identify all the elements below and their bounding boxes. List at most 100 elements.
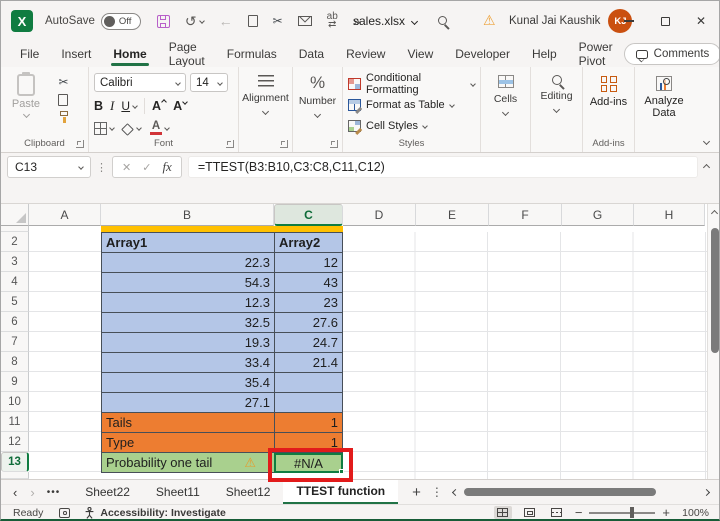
cell-c10[interactable] — [274, 393, 343, 413]
font-color-button[interactable]: A — [150, 120, 170, 135]
format-as-table-button[interactable]: Format as Table — [348, 94, 475, 115]
maximize-button[interactable] — [647, 1, 683, 41]
underline-button[interactable]: U — [121, 99, 138, 113]
page-layout-view-button[interactable] — [521, 506, 539, 519]
column-header-h[interactable]: H — [634, 204, 705, 226]
font-dialog-launcher[interactable] — [226, 140, 234, 148]
previous-sheet-icon[interactable]: ‹ — [13, 485, 17, 500]
clipboard-dialog-launcher[interactable] — [76, 140, 84, 148]
sheet-tab-sheet11[interactable]: Sheet11 — [143, 480, 213, 505]
alignment-dialog-launcher[interactable] — [280, 140, 288, 148]
column-header-f[interactable]: F — [489, 204, 562, 226]
scroll-up-icon[interactable] — [710, 209, 719, 218]
collapse-ribbon-icon[interactable] — [702, 137, 711, 146]
zoom-slider[interactable] — [589, 507, 656, 518]
row-header[interactable]: 7 — [1, 332, 29, 352]
tab-review[interactable]: Review — [335, 41, 396, 67]
vertical-scrollbar[interactable] — [707, 204, 719, 479]
cell-c11[interactable]: 1 — [274, 413, 343, 433]
warning-icon[interactable]: ⚠ — [483, 12, 496, 29]
cell-c7[interactable]: 24.7 — [274, 333, 343, 353]
horizontal-scrollbar-track[interactable] — [463, 488, 698, 497]
row-header[interactable]: 11 — [1, 412, 29, 432]
all-sheets-icon[interactable]: ••• — [47, 487, 61, 498]
scroll-left-icon[interactable] — [451, 488, 459, 496]
close-button[interactable]: ✕ — [683, 1, 719, 41]
tab-formulas[interactable]: Formulas — [216, 41, 288, 67]
sheet-tab-sheet22[interactable]: Sheet22 — [72, 480, 143, 505]
excel-logo-icon[interactable]: X — [11, 10, 33, 32]
row-header[interactable]: 9 — [1, 372, 29, 392]
column-header-d[interactable]: D — [343, 204, 416, 226]
comments-button[interactable]: Comments — [623, 43, 719, 65]
tab-help[interactable]: Help — [521, 41, 568, 67]
alignment-group[interactable]: Alignment — [239, 67, 293, 152]
sheet-tab-ttest-function[interactable]: TTEST function — [283, 479, 399, 505]
tab-insert[interactable]: Insert — [50, 41, 102, 67]
cell-c9[interactable] — [274, 373, 343, 393]
save-icon[interactable] — [156, 14, 170, 28]
column-header-c[interactable]: C — [274, 204, 343, 226]
editing-group[interactable]: Editing — [531, 67, 583, 152]
format-painter-icon[interactable] — [58, 111, 70, 123]
row-header[interactable]: 5 — [1, 292, 29, 312]
undo-button[interactable]: ↺ — [185, 13, 205, 30]
zoom-out-icon[interactable]: − — [575, 506, 583, 519]
cell-styles-button[interactable]: Cell Styles — [348, 115, 475, 136]
page-break-view-button[interactable] — [548, 506, 566, 519]
copy-icon[interactable] — [247, 12, 262, 27]
empty-cells-right[interactable] — [343, 232, 707, 479]
cell-c5[interactable]: 23 — [274, 293, 343, 313]
cell-b4[interactable]: 54.3 — [101, 273, 274, 293]
back-icon[interactable]: ← — [219, 13, 233, 29]
insert-function-icon[interactable]: fx — [162, 159, 171, 175]
next-sheet-icon[interactable]: › — [30, 485, 34, 500]
cell-c4[interactable]: 43 — [274, 273, 343, 293]
cell-b8[interactable]: 33.4 — [101, 353, 274, 373]
cell-c3[interactable]: 12 — [274, 253, 343, 273]
normal-view-button[interactable] — [493, 506, 512, 519]
row-header[interactable]: 10 — [1, 392, 29, 412]
italic-button[interactable]: I — [110, 98, 114, 114]
new-sheet-icon[interactable]: + — [412, 484, 421, 501]
decrease-font-button[interactable]: A — [173, 99, 188, 113]
horizontal-scrollbar[interactable] — [451, 488, 711, 497]
cut-icon[interactable]: ✂ — [58, 75, 70, 89]
conditional-formatting-button[interactable]: Conditional Formatting — [348, 72, 476, 96]
empty-cells-column-a[interactable] — [29, 232, 101, 479]
cancel-icon[interactable]: ✕ — [122, 161, 131, 174]
scroll-right-icon[interactable] — [702, 488, 711, 496]
font-size-select[interactable]: 14 — [190, 73, 228, 92]
expand-formula-bar-icon[interactable] — [702, 163, 711, 171]
copy-icon[interactable] — [58, 91, 73, 106]
fill-color-button[interactable] — [121, 122, 142, 136]
mail-icon[interactable] — [297, 16, 312, 26]
cell-b9[interactable]: 35.4 — [101, 373, 274, 393]
column-header-a[interactable]: A — [29, 204, 101, 226]
row-header[interactable]: 2 — [1, 232, 29, 252]
formula-input[interactable]: =TTEST(B3:B10,C3:C8,C11,C12) — [187, 156, 698, 178]
minimize-button[interactable] — [611, 1, 647, 41]
zoom-slider-thumb[interactable] — [630, 507, 635, 518]
number-dialog-launcher[interactable] — [330, 140, 338, 148]
cut-icon[interactable]: ✂ — [273, 14, 283, 28]
row-header[interactable]: 8 — [1, 352, 29, 372]
drag-handle-icon[interactable]: ⋮ — [96, 161, 107, 174]
sheet-options-icon[interactable]: ⋮ — [431, 485, 443, 499]
zoom-in-icon[interactable]: + — [662, 506, 670, 519]
tab-view[interactable]: View — [396, 41, 444, 67]
font-name-select[interactable]: Calibri — [94, 73, 186, 92]
cell-b6[interactable]: 32.5 — [101, 313, 274, 333]
cell-b2[interactable]: Array1 — [101, 233, 274, 253]
find-replace-icon[interactable]: ab ⇄ — [327, 12, 338, 30]
tab-developer[interactable]: Developer — [444, 41, 521, 67]
row-header[interactable] — [1, 472, 29, 479]
cell-c6[interactable]: 27.6 — [274, 313, 343, 333]
select-all-corner[interactable] — [1, 204, 29, 226]
paste-button[interactable]: Paste — [6, 72, 46, 119]
cell-b5[interactable]: 12.3 — [101, 293, 274, 313]
row-header[interactable]: 12 — [1, 432, 29, 452]
row-header[interactable]: 4 — [1, 272, 29, 292]
cell-b3[interactable]: 22.3 — [101, 253, 274, 273]
zoom-level[interactable]: 100% — [679, 507, 709, 519]
